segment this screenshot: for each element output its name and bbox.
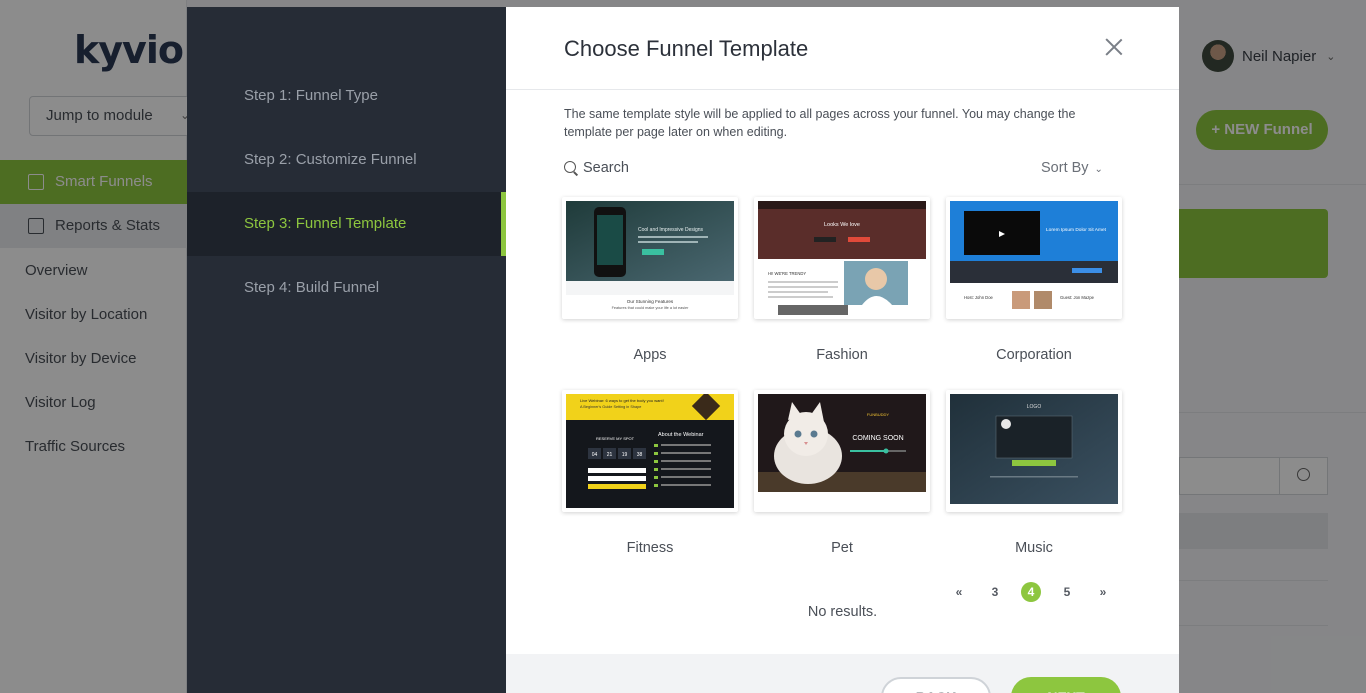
fitness-thumb-reserve: RESERVE MY SPOT <box>596 436 635 441</box>
template-label-fitness: Fitness <box>626 540 674 556</box>
corporation-template-thumbnail: Lorem Ipsum Dolor Sit Amet Host: John Do… <box>950 201 1118 315</box>
divider <box>506 89 1179 90</box>
fitness-thumb-subline: A Beginner's Guide Setting in Shape <box>580 405 641 409</box>
step-funnel-template[interactable]: Step 3: Funnel Template <box>187 192 506 256</box>
fitness-thumb-countdown-minutes: 19 <box>622 452 628 458</box>
pagination-page-3[interactable]: 3 <box>985 582 1005 602</box>
wizard-steps: Step 1: Funnel Type Step 2: Customize Fu… <box>187 7 506 693</box>
corporation-thumb-headline: Lorem Ipsum Dolor Sit Amet <box>1046 227 1107 233</box>
pagination-prev[interactable]: « <box>949 582 969 602</box>
pagination-page-5[interactable]: 5 <box>1057 582 1077 602</box>
fashion-template-thumbnail: Looks We love HI! WE'RE TRENDY <box>758 201 926 315</box>
template-label-music: Music <box>1015 540 1053 556</box>
search-label: Search <box>583 160 629 176</box>
template-label-pet: Pet <box>831 540 853 556</box>
apps-template-thumbnail: Cool and Impressive Designs Our Stunning… <box>566 201 734 315</box>
template-card-pet[interactable]: FUNBUDDY COMING SOON <box>754 390 930 512</box>
next-button[interactable]: NEXT <box>1011 677 1121 693</box>
search-icon <box>564 161 578 175</box>
pagination-page-4[interactable]: 4 <box>1021 582 1041 602</box>
template-card-fitness[interactable]: Live Webinar: 6 ways to get the body you… <box>562 390 738 512</box>
pagination-next[interactable]: » <box>1093 582 1113 602</box>
template-card-apps[interactable]: Cool and Impressive Designs Our Stunning… <box>562 197 738 319</box>
apps-thumb-footer-title: Our Stunning Features <box>627 299 674 304</box>
pet-thumb-brand: FUNBUDDY <box>867 412 890 417</box>
fashion-thumb-headline: Looks We love <box>824 222 860 228</box>
funnel-template-modal: Step 1: Funnel Type Step 2: Customize Fu… <box>187 7 1179 693</box>
step-build-funnel[interactable]: Step 4: Build Funnel <box>187 256 506 320</box>
template-card-fashion[interactable]: Looks We love HI! WE'RE TRENDY <box>754 197 930 319</box>
apps-thumb-headline: Cool and Impressive Designs <box>638 227 704 233</box>
no-results-message: No results. <box>807 604 878 620</box>
template-search[interactable]: Search <box>564 160 629 176</box>
sort-by-label: Sort By <box>1041 160 1089 176</box>
apps-thumb-footer-subtitle: Features that could make your life a lot… <box>612 306 690 310</box>
music-thumb-logo: LOGO <box>1027 404 1042 410</box>
chevron-down-icon: ⌄ <box>1094 164 1103 175</box>
modal-content: Choose Funnel Template The same template… <box>506 7 1179 693</box>
fitness-thumb-headline: Live Webinar: 6 ways to get the body you… <box>580 398 664 403</box>
close-icon[interactable] <box>1103 36 1125 58</box>
template-label-fashion: Fashion <box>816 347 868 363</box>
fitness-template-thumbnail: Live Webinar: 6 ways to get the body you… <box>566 394 734 508</box>
fitness-thumb-about: About the Webinar <box>658 432 704 438</box>
template-card-corporation[interactable]: Lorem Ipsum Dolor Sit Amet Host: John Do… <box>946 197 1122 319</box>
modal-title: Choose Funnel Template <box>564 36 809 61</box>
pet-thumb-headline: COMING SOON <box>852 435 903 442</box>
fitness-thumb-countdown-days: 04 <box>592 452 598 458</box>
template-card-music[interactable]: LOGO <box>946 390 1122 512</box>
fashion-thumb-subline: HI! WE'RE TRENDY <box>768 271 806 276</box>
music-template-thumbnail: LOGO <box>950 394 1118 508</box>
modal-description: The same template style will be applied … <box>564 107 1076 139</box>
step-funnel-type[interactable]: Step 1: Funnel Type <box>187 64 506 128</box>
step-customize-funnel[interactable]: Step 2: Customize Funnel <box>187 128 506 192</box>
fitness-thumb-countdown-seconds: 38 <box>637 452 643 458</box>
template-label-corporation: Corporation <box>996 347 1072 363</box>
corporation-thumb-host: Host: John Doe <box>964 295 994 300</box>
corporation-thumb-guest: Guest: Jon Mazpe <box>1060 295 1095 300</box>
pet-template-thumbnail: FUNBUDDY COMING SOON <box>758 394 926 508</box>
template-label-apps: Apps <box>633 347 667 363</box>
fitness-thumb-countdown-hours: 21 <box>607 452 613 458</box>
back-button[interactable]: BACK <box>881 677 991 693</box>
sort-by-dropdown[interactable]: Sort By ⌄ <box>1041 160 1103 176</box>
modal-footer: BACK NEXT <box>506 654 1179 693</box>
